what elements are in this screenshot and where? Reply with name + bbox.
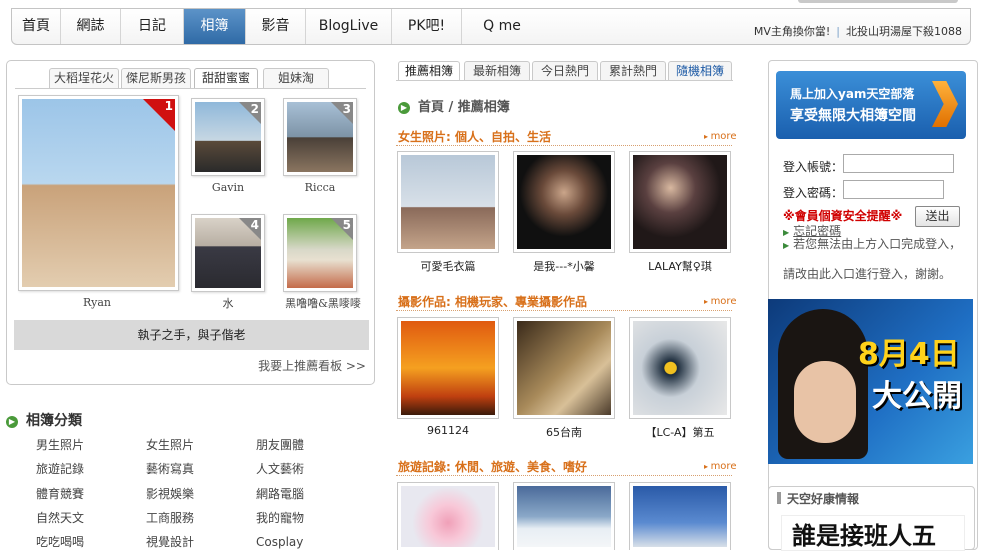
rank-badge: 2 bbox=[250, 102, 259, 116]
ad-title: 大公開 bbox=[872, 379, 962, 414]
login-alt-link[interactable]: 請改由此入口進行登入，謝謝。 bbox=[783, 265, 951, 282]
nav-video[interactable]: 影音 bbox=[246, 9, 306, 44]
arrow-icon: ▶ bbox=[783, 241, 790, 250]
album-thumb[interactable] bbox=[397, 482, 499, 550]
category-item[interactable]: 自然天文 bbox=[36, 509, 84, 526]
featured-name-1[interactable]: Ryan bbox=[57, 296, 137, 309]
section-title-photography[interactable]: 攝影作品: 相機玩家、專業攝影作品 bbox=[398, 293, 587, 310]
album-caption[interactable]: 可愛毛衣篇 bbox=[397, 258, 499, 274]
featured-tab-1[interactable]: 大稻埕花火 bbox=[49, 68, 119, 88]
password-input[interactable] bbox=[843, 180, 944, 199]
submit-button[interactable]: 送出 bbox=[915, 206, 960, 227]
tab-total-hot[interactable]: 累計熱門 bbox=[600, 61, 666, 81]
nav-qme[interactable]: Q me bbox=[462, 9, 542, 44]
album-thumb[interactable] bbox=[629, 482, 731, 550]
featured-photo-3[interactable]: 3 bbox=[283, 98, 357, 176]
featured-name-2[interactable]: Gavin bbox=[191, 181, 265, 194]
featured-name-5[interactable]: 黑噜噜&黑嘜嘜 bbox=[271, 295, 375, 311]
more-link[interactable]: more bbox=[704, 296, 737, 307]
album-caption[interactable]: 【LC-A】第五 bbox=[629, 424, 731, 440]
promo-link-spa[interactable]: 北投山玥湯屋下殺1088 bbox=[846, 25, 962, 38]
category-item[interactable]: 朋友團體 bbox=[256, 436, 304, 453]
arrow-right-icon bbox=[932, 81, 958, 127]
upload-featured-link[interactable]: 我要上推薦看板 >> bbox=[258, 357, 366, 374]
section-title-travel[interactable]: 旅遊記錄: 休閒、旅遊、美食、嗜好 bbox=[398, 458, 587, 475]
category-item[interactable]: 藝術寫真 bbox=[146, 460, 194, 477]
featured-photo-2[interactable]: 2 bbox=[191, 98, 265, 176]
category-item[interactable]: 人文藝術 bbox=[256, 460, 304, 477]
featured-photo-1[interactable]: 1 bbox=[18, 95, 179, 291]
nav-blog[interactable]: 網誌 bbox=[61, 9, 121, 44]
category-item[interactable]: 體育競賽 bbox=[36, 485, 84, 502]
news-box: 天空好康情報 誰是接班人五 bbox=[768, 486, 975, 551]
bullet-arrow-icon: ▶ bbox=[6, 416, 18, 428]
category-item[interactable]: 我的寵物 bbox=[256, 509, 304, 526]
category-item[interactable]: 吃吃喝喝 bbox=[36, 533, 84, 550]
more-link[interactable]: more bbox=[704, 461, 737, 472]
news-title: 天空好康情報 bbox=[777, 490, 859, 507]
account-input[interactable] bbox=[843, 154, 954, 173]
album-thumb[interactable] bbox=[397, 151, 499, 253]
join-line-1: 馬上加入yam天空部落 bbox=[790, 87, 915, 101]
main-nav: 首頁 網誌 日記 相簿 影音 BlogLive PK吧! Q me MV主角換你… bbox=[11, 8, 971, 45]
nav-promo: MV主角換你當! | 北投山玥湯屋下殺1088 bbox=[753, 25, 962, 38]
album-thumb[interactable] bbox=[397, 317, 499, 419]
featured-tab-4[interactable]: 姐妹淘 bbox=[263, 68, 329, 88]
album-caption[interactable]: 65台南 bbox=[513, 424, 615, 440]
rank-badge: 4 bbox=[250, 218, 259, 232]
featured-photo-5[interactable]: 5 bbox=[283, 214, 357, 292]
ad-banner[interactable]: 8月4日 大公開 bbox=[768, 299, 973, 464]
password-label: 登入密碼： bbox=[783, 186, 844, 200]
featured-panel: 大稻埕花火 傑尼斯男孩 甜甜蜜蜜 姐妹淘 1 Ryan 2 Gavin 3 Ri… bbox=[6, 60, 375, 385]
album-caption[interactable]: LALAY幫♀琪 bbox=[629, 258, 731, 274]
top-strip bbox=[0, 0, 988, 8]
album-thumb[interactable] bbox=[629, 317, 731, 419]
featured-name-4[interactable]: 水 bbox=[191, 295, 265, 311]
arrow-icon: ▶ bbox=[783, 228, 790, 237]
nav-bloglive[interactable]: BlogLive bbox=[306, 9, 392, 44]
news-banner[interactable]: 誰是接班人五 bbox=[781, 515, 965, 551]
tab-random[interactable]: 隨機相簿 bbox=[668, 61, 732, 81]
album-caption[interactable]: 961124 bbox=[397, 424, 499, 437]
album-thumb[interactable] bbox=[629, 151, 731, 253]
join-line-2: 享受無限大相簿空間 bbox=[790, 108, 916, 124]
album-caption[interactable]: 是我---*小馨 bbox=[513, 258, 615, 274]
bullet-arrow-icon: ▶ bbox=[398, 102, 410, 114]
breadcrumb: ▶ 首頁 / 推薦相簿 bbox=[398, 96, 510, 115]
category-item[interactable]: 工商服務 bbox=[146, 509, 194, 526]
category-item[interactable]: 視覺設計 bbox=[146, 533, 194, 550]
featured-quote: 執子之手，與子偕老 bbox=[14, 320, 369, 350]
category-item[interactable]: 男生照片 bbox=[36, 436, 84, 453]
tab-today-hot[interactable]: 今日熱門 bbox=[532, 61, 598, 81]
join-banner[interactable]: 馬上加入yam天空部落 享受無限大相簿空間 bbox=[776, 71, 966, 139]
featured-photo-4[interactable]: 4 bbox=[191, 214, 265, 292]
section-title-girls[interactable]: 女生照片: 個人、自拍、生活 bbox=[398, 128, 551, 145]
category-item[interactable]: 網路電腦 bbox=[256, 485, 304, 502]
category-item[interactable]: 旅遊記錄 bbox=[36, 460, 84, 477]
rank-badge: 3 bbox=[342, 102, 351, 116]
login-help-text: ▶ 若您無法由上方入口完成登入， bbox=[783, 237, 962, 251]
album-thumb[interactable] bbox=[513, 482, 615, 550]
category-item[interactable]: 女生照片 bbox=[146, 436, 194, 453]
featured-tab-3[interactable]: 甜甜蜜蜜 bbox=[194, 68, 258, 88]
account-label: 登入帳號： bbox=[783, 160, 844, 174]
rank-badge: 5 bbox=[342, 218, 351, 232]
featured-name-3[interactable]: Ricca bbox=[283, 181, 357, 194]
nav-home[interactable]: 首頁 bbox=[12, 9, 61, 44]
tab-recommended[interactable]: 推薦相簿 bbox=[398, 61, 460, 81]
rank-badge: 1 bbox=[164, 99, 173, 113]
featured-tab-2[interactable]: 傑尼斯男孩 bbox=[121, 68, 191, 88]
nav-pk[interactable]: PK吧! bbox=[392, 9, 462, 44]
ad-date: 8月4日 bbox=[858, 337, 960, 372]
category-item[interactable]: 影視娛樂 bbox=[146, 485, 194, 502]
category-heading: ▶ 相簿分類 bbox=[6, 410, 82, 430]
album-thumb[interactable] bbox=[513, 317, 615, 419]
nav-diary[interactable]: 日記 bbox=[121, 9, 184, 44]
tab-newest[interactable]: 最新相簿 bbox=[464, 61, 530, 81]
more-link[interactable]: more bbox=[704, 131, 737, 142]
promo-link-mv[interactable]: MV主角換你當! bbox=[754, 25, 830, 38]
category-item[interactable]: Cosplay bbox=[256, 535, 303, 549]
album-thumb[interactable] bbox=[513, 151, 615, 253]
nav-album[interactable]: 相簿 bbox=[184, 9, 246, 44]
